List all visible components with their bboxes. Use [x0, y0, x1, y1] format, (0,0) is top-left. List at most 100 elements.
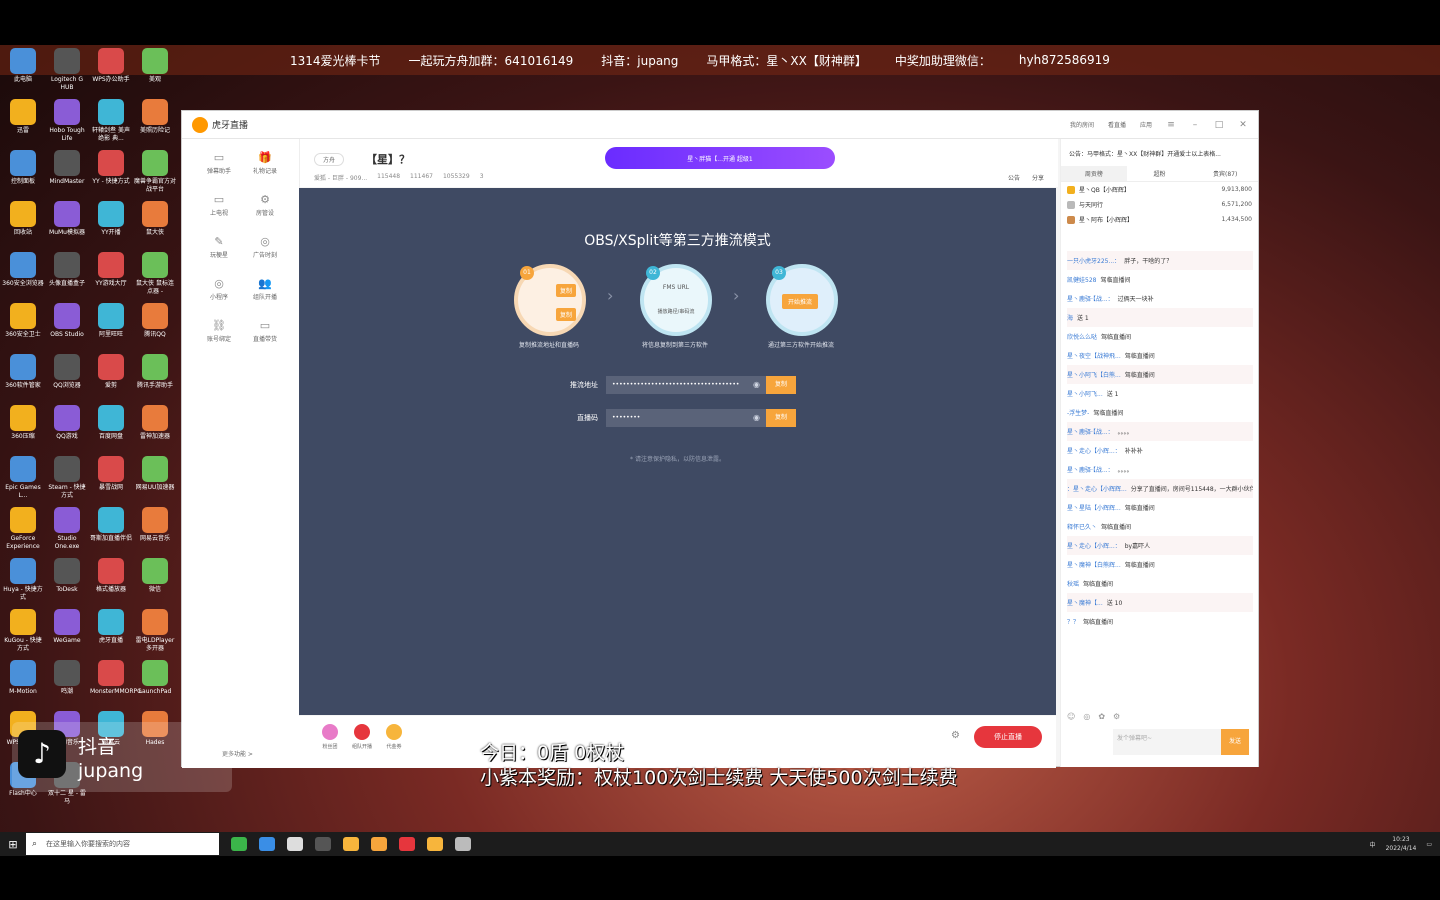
send-button[interactable]: 发送 — [1221, 729, 1249, 755]
chat-message[interactable]: 星丶夜空【战神飛... 驾临直播间 — [1067, 346, 1253, 365]
desktop-icon[interactable]: 百度网盘 — [90, 405, 132, 441]
desktop-icon[interactable]: 爱剪 — [90, 354, 132, 390]
taskbar-app-icon[interactable] — [371, 837, 387, 851]
desktop-icon[interactable]: YY开播 — [90, 201, 132, 237]
taskbar-app-icon[interactable] — [427, 837, 443, 851]
chat-message[interactable]: 释怀已久丶 驾临直播间 — [1067, 517, 1253, 536]
chat-username[interactable]: -浮生梦- — [1067, 408, 1089, 417]
gift-icon[interactable]: ◎ — [1083, 712, 1090, 721]
clock[interactable]: 10:23 2022/4/14 — [1386, 835, 1417, 853]
desktop-icon[interactable]: 哥斯加直播伴侣 — [90, 507, 132, 543]
chat-username[interactable]: 星丶小阿飞【白熊... — [1067, 370, 1121, 379]
stream-key-field[interactable]: •••••••• ◉ — [606, 409, 766, 427]
windows-start-icon[interactable]: ⊞ — [0, 838, 26, 851]
sidebar-item[interactable]: ⛓ 账号绑定 — [194, 319, 244, 343]
room-title[interactable]: 【星】？ — [366, 151, 410, 167]
minimize-icon[interactable]: – — [1190, 120, 1200, 130]
desktop-icon[interactable]: 微信 — [134, 558, 176, 594]
desktop-icon[interactable]: 头像直播盒子 — [46, 252, 88, 288]
menu-icon[interactable]: ≡ — [1166, 120, 1176, 130]
desktop-icon[interactable]: 虎牙直播 — [90, 609, 132, 645]
desktop-icon[interactable]: 美照历险记 — [134, 99, 176, 135]
chat-message[interactable]: ：星丶走心【小辉辉...分享了直播间，房间号115448，一大群小伙伴来围观啦 — [1067, 479, 1253, 498]
push-url-field[interactable]: •••••••••••••••••••••••••••••••••••• ◉ — [606, 376, 766, 394]
taskbar-app-icon[interactable] — [455, 837, 471, 851]
desktop-icon[interactable]: 控制面板 — [2, 150, 44, 186]
chat-message[interactable]: 星丶小阿飞... 送 1 — [1067, 384, 1253, 403]
desktop-icon[interactable]: GeForce Experience — [2, 507, 44, 551]
chat-username[interactable]: 星丶鹿驿·【战...： — [1067, 427, 1114, 436]
category-tag[interactable]: 方舟 — [314, 153, 345, 166]
chat-username[interactable]: 星丶小阿飞... — [1067, 389, 1103, 398]
desktop-icon[interactable]: 格式播放器 — [90, 558, 132, 594]
sidebar-item[interactable]: ✎ 玩梗星 — [194, 235, 244, 259]
sidebar-item[interactable]: ◎ 小程序 — [194, 277, 244, 301]
taskbar-search[interactable]: ⌕ 在这里输入你要搜索的内容 — [26, 833, 219, 855]
share-button[interactable]: 分享 — [1032, 173, 1044, 182]
desktop-icon[interactable]: 360安全卫士 — [2, 303, 44, 339]
desktop-icon[interactable]: 回收站 — [2, 201, 44, 237]
desktop-icon[interactable]: 腾讯手游助手 — [134, 354, 176, 390]
chat-username[interactable]: 星丶走心【小辉...： — [1067, 541, 1121, 550]
desktop-icon[interactable]: QQ游戏 — [46, 405, 88, 441]
desktop-icon[interactable]: MuMu模拟器 — [46, 201, 88, 237]
chat-message[interactable]: 凯健娃528 驾临直播间 — [1067, 270, 1253, 289]
tab-vip[interactable]: 贵宾(87) — [1192, 166, 1258, 181]
desktop-icon[interactable]: M-Motion — [2, 660, 44, 696]
chat-username[interactable]: 释怀已久丶 — [1067, 522, 1097, 531]
nav-apps[interactable]: 应用 — [1140, 120, 1152, 129]
tray-lang[interactable]: 中 — [1370, 840, 1376, 849]
chat-message[interactable]: 星丶魔神【白熊辉... 驾临直播间 — [1067, 555, 1253, 574]
chat-message[interactable]: 星丶走心【小辉...： 补补补 — [1067, 441, 1253, 460]
desktop-icon[interactable]: MindMaster — [46, 150, 88, 186]
chat-message[interactable]: 星丶小阿飞【白熊... 驾临直播间 — [1067, 365, 1253, 384]
chat-username[interactable]: 一只小虎牙225...： — [1067, 256, 1120, 265]
chat-message[interactable]: 星丶走心【小辉...： by嘉吓人 — [1067, 536, 1253, 555]
desktop-icon[interactable]: 雷电LDPlayer 多开器 — [134, 609, 176, 653]
chat-username[interactable]: 星丶夜空【战神飛... — [1067, 351, 1121, 360]
sidebar-item[interactable]: ◎ 广告时刻 — [240, 235, 290, 259]
maximize-icon[interactable]: □ — [1214, 120, 1224, 130]
settings-icon[interactable]: ⚙ — [1113, 712, 1120, 721]
sidebar-item[interactable]: ▭ 上电视 — [194, 193, 244, 217]
desktop-icon[interactable]: 美观 — [134, 48, 176, 84]
desktop-icon[interactable]: Hobo Tough Life — [46, 99, 88, 143]
eye-off-icon[interactable]: ◉ — [753, 409, 760, 427]
chat-username[interactable]: 凯健娃528 — [1067, 275, 1096, 284]
desktop-icon[interactable]: YY游戏大厅 — [90, 252, 132, 288]
chat-username[interactable]: 欣悦么么哒 — [1067, 332, 1097, 341]
taskbar-app-icon[interactable] — [315, 837, 331, 851]
chat-message[interactable]: 星丶鹿驿·【战...： 过俩天一块补 — [1067, 289, 1253, 308]
desktop-icon[interactable]: Epic Games L... — [2, 456, 44, 500]
chat-username[interactable]: 星丶魔神【... — [1067, 598, 1103, 607]
sticker-icon[interactable]: ✿ — [1098, 712, 1105, 721]
chat-message[interactable]: -浮生梦- 驾临直播间 — [1067, 403, 1253, 422]
desktop-icon[interactable]: MonsterMMORPG — [90, 660, 142, 696]
desktop-icon[interactable]: 阿里旺旺 — [90, 303, 132, 339]
chat-username[interactable]: 秋瑶 — [1067, 579, 1079, 588]
desktop-icon[interactable]: WeGame — [46, 609, 88, 645]
taskbar-app-icon[interactable] — [343, 837, 359, 851]
chat-message[interactable]: 星丶鹿驿·【战...：。。。。 — [1067, 422, 1253, 441]
desktop-icon[interactable]: 迅雷 — [2, 99, 44, 135]
rank-row[interactable]: 与天同行 6,571,200 — [1061, 197, 1258, 212]
chat-username[interactable]: 星丶鹿驿·【战...： — [1067, 465, 1114, 474]
chat-username[interactable]: 海 — [1067, 313, 1073, 322]
taskbar-app-icon[interactable] — [287, 837, 303, 851]
desktop-icon[interactable]: Studio One.exe — [46, 507, 88, 551]
desktop-icon[interactable]: 魔兽争霸官方对战平台 — [134, 150, 176, 194]
notification-icon[interactable]: ▭ — [1426, 841, 1432, 848]
fan-club-button[interactable]: 粉丝团 — [315, 724, 345, 750]
desktop-icon[interactable]: 网易云音乐 — [134, 507, 176, 543]
announcement-button[interactable]: 公告 — [1008, 173, 1020, 182]
eye-off-icon[interactable]: ◉ — [753, 376, 760, 394]
settings-gear-icon[interactable]: ⚙ — [951, 730, 960, 741]
chat-message[interactable]: 一只小虎牙225...： 胖子，干啥的了？ — [1067, 251, 1253, 270]
desktop-icon[interactable]: 暴雪战网 — [90, 456, 132, 492]
sidebar-item[interactable]: ⚙ 房管设 — [240, 193, 290, 217]
promo-banner[interactable]: 星丶胖猫【...开通 超级1 — [605, 147, 835, 169]
desktop-icon[interactable]: OBS Studio — [46, 303, 88, 339]
emoji-icon[interactable]: ☺ — [1067, 712, 1075, 721]
desktop-icon[interactable]: 鸣潮 — [46, 660, 88, 696]
sidebar-item[interactable]: ▭ 直播带货 — [240, 319, 290, 343]
